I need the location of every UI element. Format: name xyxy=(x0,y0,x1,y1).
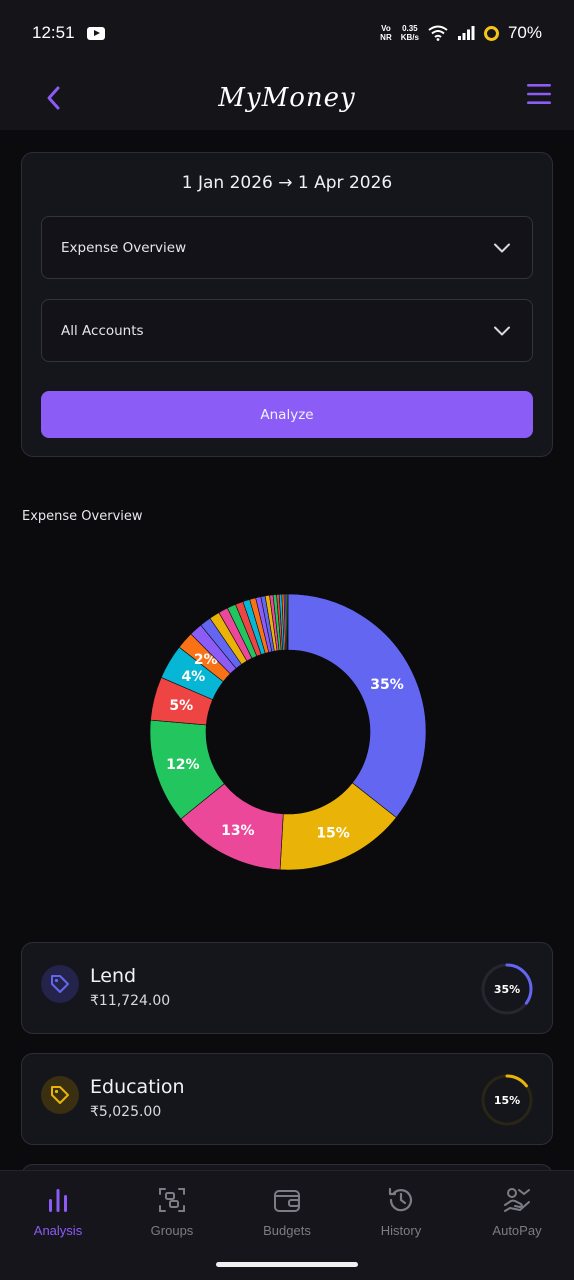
tag-icon xyxy=(51,1086,69,1104)
report-type-dropdown[interactable]: Expense Overview xyxy=(41,216,533,279)
chart-title: Expense Overview xyxy=(22,509,143,524)
donut-slice[interactable] xyxy=(286,593,289,651)
home-indicator xyxy=(216,1262,358,1267)
bar-chart-icon xyxy=(49,1189,67,1212)
network-speed: 0.35 KB/s xyxy=(401,24,419,42)
category-percent-ring: 15% xyxy=(481,1074,533,1126)
account-value: All Accounts xyxy=(61,322,144,339)
donut-slice-label: 5% xyxy=(169,698,193,714)
report-type-value: Expense Overview xyxy=(61,239,187,256)
wifi-icon xyxy=(428,25,448,41)
status-bar: 12:51 Vo NR 0.35 KB/s 70% xyxy=(0,0,574,66)
hamburger-menu-icon[interactable] xyxy=(526,80,552,108)
category-percent: 35% xyxy=(494,983,520,996)
network-type-bottom: NR xyxy=(380,33,392,42)
nav-history[interactable]: History xyxy=(351,1185,451,1238)
nav-groups[interactable]: Groups xyxy=(122,1185,222,1238)
wallet-icon xyxy=(274,1190,300,1212)
nav-autopay[interactable]: AutoPay xyxy=(467,1185,567,1238)
nav-label: Budgets xyxy=(263,1223,311,1238)
donut-slice-label: 13% xyxy=(221,823,255,839)
nav-label: History xyxy=(380,1223,422,1238)
speed-value: 0.35 xyxy=(402,24,418,33)
category-card[interactable]: Education ₹5,025.00 15% xyxy=(21,1053,553,1145)
chevron-down-icon xyxy=(494,243,510,252)
account-dropdown[interactable]: All Accounts xyxy=(41,299,533,362)
chevron-down-icon xyxy=(494,326,510,335)
category-amount: ₹5,025.00 xyxy=(90,1104,162,1120)
app-title: MyMoney xyxy=(218,83,356,113)
speed-unit: KB/s xyxy=(400,33,419,42)
donut-slice[interactable] xyxy=(287,593,427,818)
status-left: 12:51 xyxy=(32,23,105,43)
cell-signal-icon xyxy=(457,26,475,40)
nav-label: Groups xyxy=(150,1223,194,1238)
network-type: Vo NR xyxy=(380,24,392,42)
autopay-hand-icon xyxy=(504,1188,530,1212)
donut-slice-label: 15% xyxy=(316,825,350,841)
nav-analysis[interactable]: Analysis xyxy=(8,1185,108,1238)
app-bar: MyMoney xyxy=(0,66,574,130)
donut-slice-label: 35% xyxy=(370,677,404,693)
tag-icon xyxy=(51,975,69,993)
expense-donut-chart[interactable]: 35%15%13%12%5%4%2% xyxy=(148,592,428,872)
status-right: Vo NR 0.35 KB/s 70% xyxy=(380,23,542,43)
nav-label: AutoPay xyxy=(492,1223,542,1238)
chevron-left-icon[interactable] xyxy=(42,84,66,112)
history-icon xyxy=(388,1187,413,1212)
category-icon-wrap xyxy=(41,1076,79,1114)
clock: 12:51 xyxy=(32,23,75,42)
filter-card: 1 Jan 2026 → 1 Apr 2026 Expense Overview… xyxy=(21,152,553,457)
category-name: Education xyxy=(90,1076,185,1098)
youtube-notification-icon xyxy=(86,26,105,40)
category-percent-ring: 35% xyxy=(481,963,533,1015)
category-name: Lend xyxy=(90,965,137,987)
nav-budgets[interactable]: Budgets xyxy=(237,1185,337,1238)
date-range[interactable]: 1 Jan 2026 → 1 Apr 2026 xyxy=(22,173,552,193)
battery-level: 70% xyxy=(507,23,542,42)
category-amount: ₹11,724.00 xyxy=(90,993,171,1009)
battery-saver-icon xyxy=(483,25,499,41)
analyze-button[interactable]: Analyze xyxy=(41,391,533,438)
category-card[interactable]: Lend ₹11,724.00 35% xyxy=(21,942,553,1034)
nav-label: Analysis xyxy=(33,1223,83,1238)
donut-slice-label: 12% xyxy=(166,757,200,773)
category-percent: 15% xyxy=(494,1094,520,1107)
network-type-top: Vo xyxy=(381,24,391,33)
groups-scan-icon xyxy=(159,1188,185,1212)
donut-slice-label: 4% xyxy=(181,669,205,685)
category-icon-wrap xyxy=(41,965,79,1003)
